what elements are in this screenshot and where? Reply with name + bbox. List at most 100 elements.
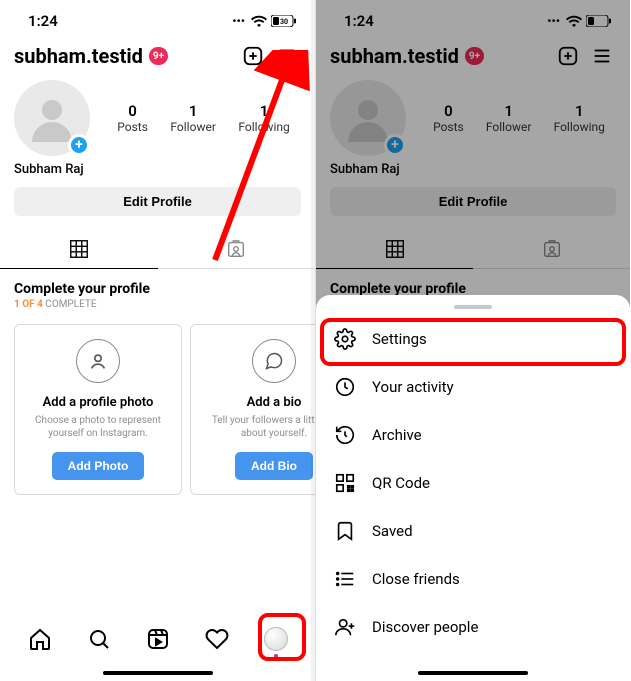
profile-avatar-icon [264,627,288,651]
profile-tabs [0,230,315,269]
stat-followers[interactable]: 1 Follower [486,102,531,134]
card-desc: Tell your followers a little bit about y… [201,414,315,440]
menu-label: Close friends [372,570,460,588]
profile-header: subham.testid 9+ [0,36,315,78]
card-add-photo: Add a profile photo Choose a photo to re… [14,324,182,495]
tagged-icon [225,238,247,260]
followers-count: 1 [170,102,215,120]
complete-subtitle: 1 OF 4 COMPLETE [14,299,301,310]
tab-grid[interactable] [0,230,158,269]
add-story-icon[interactable]: + [68,134,90,156]
status-time: 1:24 [344,12,374,30]
display-name: Subham Raj [316,162,630,177]
menu-button[interactable] [588,42,616,70]
avatar[interactable]: + [14,80,90,156]
posts-count: 0 [117,102,148,120]
person-add-icon [334,616,356,638]
avatar[interactable]: + [330,80,406,156]
qr-icon [334,472,356,494]
menu-item-qr[interactable]: QR Code [316,459,630,507]
menu-item-discover[interactable]: Discover people [316,603,630,651]
edit-profile-button[interactable]: Edit Profile [14,187,301,216]
stats: 0 Posts 1 Follower 1 Following [422,102,616,134]
hamburger-icon [276,45,298,67]
menu-item-archive[interactable]: Archive [316,411,630,459]
archive-icon [334,424,356,446]
notification-badge[interactable]: 9+ [149,47,168,65]
card-title: Add a profile photo [25,395,171,410]
menu-item-settings[interactable]: Settings [316,315,630,363]
stats: 0 Posts 1 Follower 1 Following [106,102,301,134]
profile-header: subham.testid 9+ [316,36,630,78]
add-story-icon[interactable]: + [384,134,406,156]
heart-icon [205,627,229,651]
plus-square-icon [557,45,579,67]
menu-label: Settings [372,330,427,348]
status-bar: 1:24 ••• [316,0,630,36]
nav-reels[interactable] [136,617,180,661]
menu-item-saved[interactable]: Saved [316,507,630,555]
bio-icon [252,339,296,383]
edit-profile-button[interactable]: Edit Profile [330,187,616,216]
menu-item-close-friends[interactable]: Close friends [316,555,630,603]
home-indicator [418,671,528,675]
phone-left: 1:24 ••• 30 subham.testid 9+ + 0 Posts [0,0,315,681]
profile-photo-icon [76,339,120,383]
hamburger-icon [591,45,613,67]
svg-text:30: 30 [280,18,288,26]
grid-icon [384,238,406,260]
create-button[interactable] [554,42,582,70]
status-icons: ••• [547,14,612,28]
list-icon [334,568,356,590]
menu-item-activity[interactable]: Your activity [316,363,630,411]
stat-followers[interactable]: 1 Follower [170,102,215,134]
settings-icon [334,328,356,350]
menu-button[interactable] [273,42,301,70]
stat-posts[interactable]: 0 Posts [117,102,148,134]
tab-tagged[interactable] [158,230,316,268]
complete-profile-section: Complete your profile 1 OF 4 COMPLETE [0,269,315,314]
username[interactable]: subham.testid [14,44,143,68]
person-icon [344,94,392,142]
tagged-icon [541,238,563,260]
battery-icon [586,15,612,27]
card-title: Add a bio [201,395,315,410]
username[interactable]: subham.testid [330,44,459,68]
settings-sheet: Settings Your activity Archive QR Code S… [316,295,630,681]
status-time: 1:24 [28,12,58,30]
add-bio-button[interactable]: Add Bio [235,452,313,480]
card-desc: Choose a photo to represent yourself on … [25,414,171,440]
stat-following[interactable]: 1 Following [554,102,605,134]
complete-cards: Add a profile photo Choose a photo to re… [0,314,315,505]
status-bar: 1:24 ••• 30 [0,0,315,36]
following-count: 1 [238,102,289,120]
nav-search[interactable] [77,617,121,661]
grid-icon [68,238,90,260]
sheet-handle[interactable] [454,305,492,309]
stat-posts[interactable]: 0 Posts [433,102,464,134]
activity-icon [334,376,356,398]
profile-tabs [316,230,630,269]
plus-square-icon [242,45,264,67]
complete-title: Complete your profile [14,281,301,297]
wifi-icon [251,15,267,27]
menu-label: QR Code [372,474,430,492]
home-icon [28,627,52,651]
reels-icon [146,627,170,651]
nav-home[interactable] [18,617,62,661]
menu-label: Discover people [372,618,478,636]
status-icons: ••• 30 [232,14,297,28]
profile-row: + 0 Posts 1 Follower 1 Following [0,78,315,160]
tab-grid[interactable] [316,230,473,269]
nav-activity[interactable] [195,617,239,661]
nav-profile[interactable] [254,617,298,661]
notification-badge[interactable]: 9+ [465,47,484,65]
menu-label: Archive [372,426,422,444]
create-button[interactable] [239,42,267,70]
tab-tagged[interactable] [473,230,630,268]
stat-following[interactable]: 1 Following [238,102,289,134]
search-icon [87,627,111,651]
bottom-nav [0,607,315,681]
add-photo-button[interactable]: Add Photo [52,452,145,480]
battery-icon: 30 [271,15,297,27]
